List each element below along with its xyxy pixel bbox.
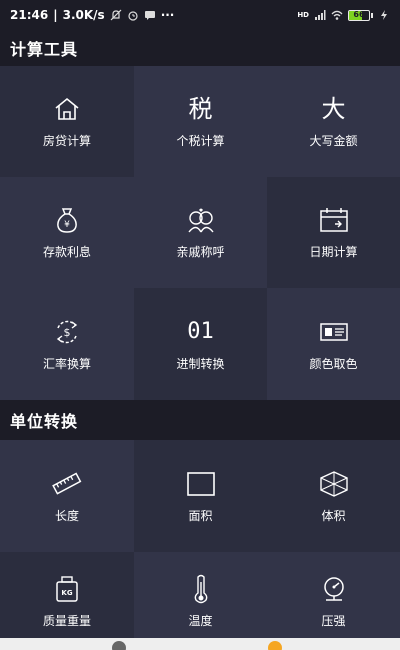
tile-label: 体积	[321, 508, 346, 523]
tile-mortgage-calc[interactable]: 房贷计算	[0, 66, 134, 177]
tile-length[interactable]: 长度	[0, 440, 134, 552]
tile-label: 质量重量	[42, 613, 91, 628]
tile-area[interactable]: 面积	[134, 440, 267, 552]
status-bar: 21:46 | 3.0K/s ··· HD 66	[0, 0, 400, 30]
calc-tools-grid: 房贷计算 税 个税计算 大 大写金额 ¥ 存款利息 亲戚称呼 日期计算 $ 汇率…	[0, 66, 400, 400]
tile-relatives-title[interactable]: 亲戚称呼	[134, 177, 267, 288]
tile-label: 长度	[54, 508, 79, 523]
tile-uppercase-amount[interactable]: 大 大写金额	[267, 66, 400, 177]
charging-icon	[378, 9, 390, 21]
tile-label: 房贷计算	[42, 134, 91, 148]
binary-icon: 01	[187, 318, 214, 344]
svg-text:KG: KG	[61, 589, 72, 597]
partial-dot-icon	[112, 641, 126, 650]
money-bag-icon: ¥	[54, 205, 80, 235]
tile-label: 进制转换	[176, 356, 225, 371]
network-speed: 3.0K/s	[62, 8, 105, 22]
house-icon	[53, 94, 81, 124]
message-icon	[144, 9, 156, 21]
network-type-label: HD	[297, 11, 309, 19]
status-divider: |	[53, 8, 58, 22]
svg-text:¥: ¥	[64, 220, 70, 230]
tile-label: 亲戚称呼	[176, 245, 225, 259]
tax-glyph-icon: 税	[188, 95, 213, 123]
tile-mass-weight[interactable]: KG 质量重量	[0, 552, 134, 650]
wifi-icon	[331, 9, 343, 21]
tile-label: 个税计算	[176, 134, 225, 148]
tile-pressure[interactable]: 压强	[267, 552, 400, 650]
battery-level: 66	[353, 9, 365, 19]
tile-label: 存款利息	[42, 245, 91, 259]
tile-date-calc[interactable]: 日期计算	[267, 177, 400, 288]
tile-income-tax-calc[interactable]: 税 个税计算	[134, 66, 267, 177]
calendar-icon	[319, 205, 349, 235]
tile-base-conversion[interactable]: 01 进制转换	[134, 288, 267, 400]
status-time: 21:46	[10, 8, 49, 22]
tile-label: 颜色取色	[309, 356, 358, 371]
tile-label: 温度	[188, 613, 213, 628]
tile-label: 汇率换算	[42, 356, 91, 371]
tile-color-picker[interactable]: 颜色取色	[267, 288, 400, 400]
section-title-unit-conversion: 单位转换	[0, 400, 400, 440]
bottom-edge-strip	[0, 638, 400, 650]
partial-dot-icon	[268, 641, 282, 650]
alarm-icon	[127, 9, 139, 21]
pressure-gauge-icon	[320, 574, 348, 604]
exchange-icon: $	[53, 317, 81, 347]
more-notifications-icon: ···	[160, 8, 175, 22]
weight-icon: KG	[54, 574, 80, 604]
tile-volume[interactable]: 体积	[267, 440, 400, 552]
tile-temperature[interactable]: 温度	[134, 552, 267, 650]
tile-label: 大写金额	[309, 134, 358, 148]
color-picker-icon	[319, 317, 349, 347]
square-icon	[186, 469, 216, 499]
tile-exchange-rate[interactable]: $ 汇率换算	[0, 288, 134, 400]
tile-label: 压强	[321, 613, 346, 628]
tile-label: 日期计算	[309, 245, 358, 259]
ruler-icon	[51, 469, 83, 499]
tile-label: 面积	[188, 508, 213, 523]
svg-text:$: $	[64, 326, 71, 339]
uppercase-glyph-icon: 大	[321, 95, 346, 123]
thermometer-icon	[193, 574, 209, 604]
tile-deposit-interest[interactable]: ¥ 存款利息	[0, 177, 134, 288]
unit-conversion-grid: 长度 面积 体积 KG 质量重量 温度 压强	[0, 440, 400, 650]
mute-icon	[110, 9, 122, 21]
section-title-calc-tools: 计算工具	[0, 30, 400, 66]
battery-icon: 66	[348, 9, 373, 21]
signal-icon	[314, 9, 326, 21]
relatives-icon	[186, 205, 216, 235]
cube-icon	[319, 469, 349, 499]
